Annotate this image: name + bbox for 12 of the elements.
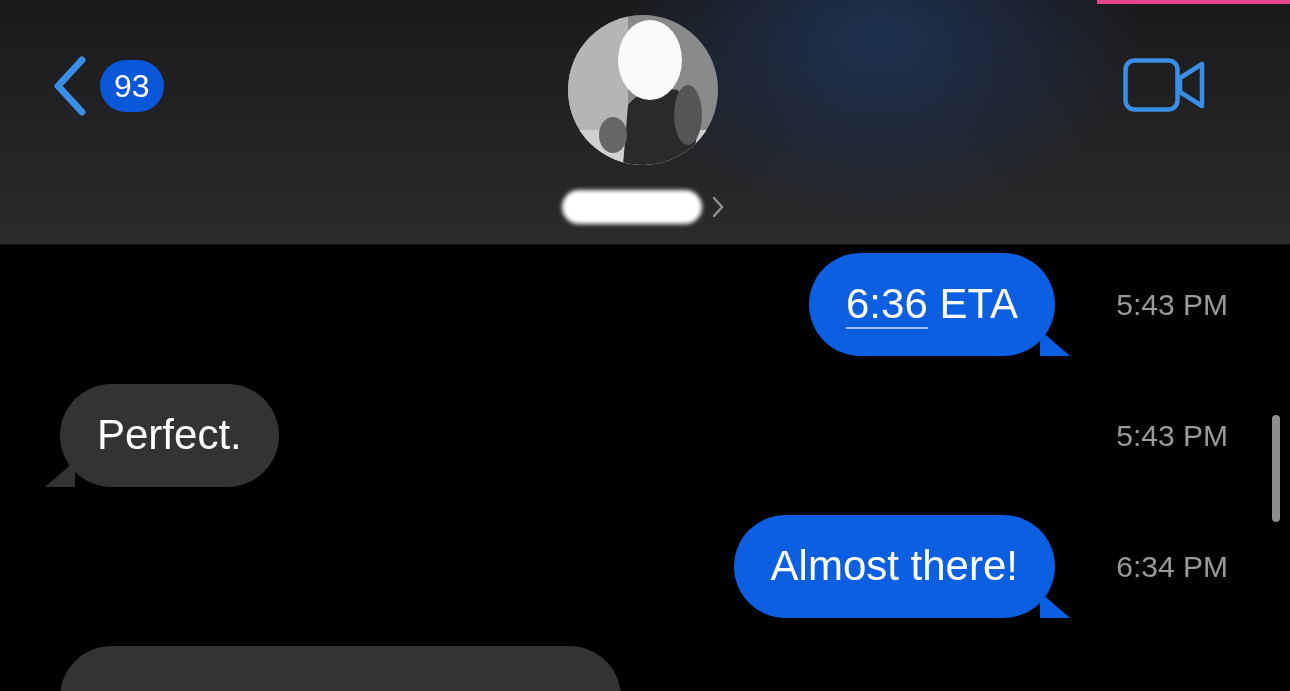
video-call-button[interactable]: [1123, 58, 1205, 115]
back-button[interactable]: 93: [50, 55, 164, 117]
sent-message-bubble: 6:36 ETA: [809, 253, 1070, 356]
unread-count-badge: 93: [100, 60, 164, 112]
sent-message-bubble: Almost there!: [733, 515, 1070, 618]
video-camera-icon: [1123, 58, 1205, 112]
message-time: 5:43 PM: [1115, 287, 1229, 322]
chevron-right-icon[interactable]: [712, 196, 725, 218]
received-message-bubble: Perfect.: [45, 384, 279, 487]
time-link[interactable]: 6:36: [846, 280, 928, 327]
message-time: 6:34 PM: [1115, 549, 1229, 584]
message-time: 5:43 PM: [1115, 418, 1229, 453]
